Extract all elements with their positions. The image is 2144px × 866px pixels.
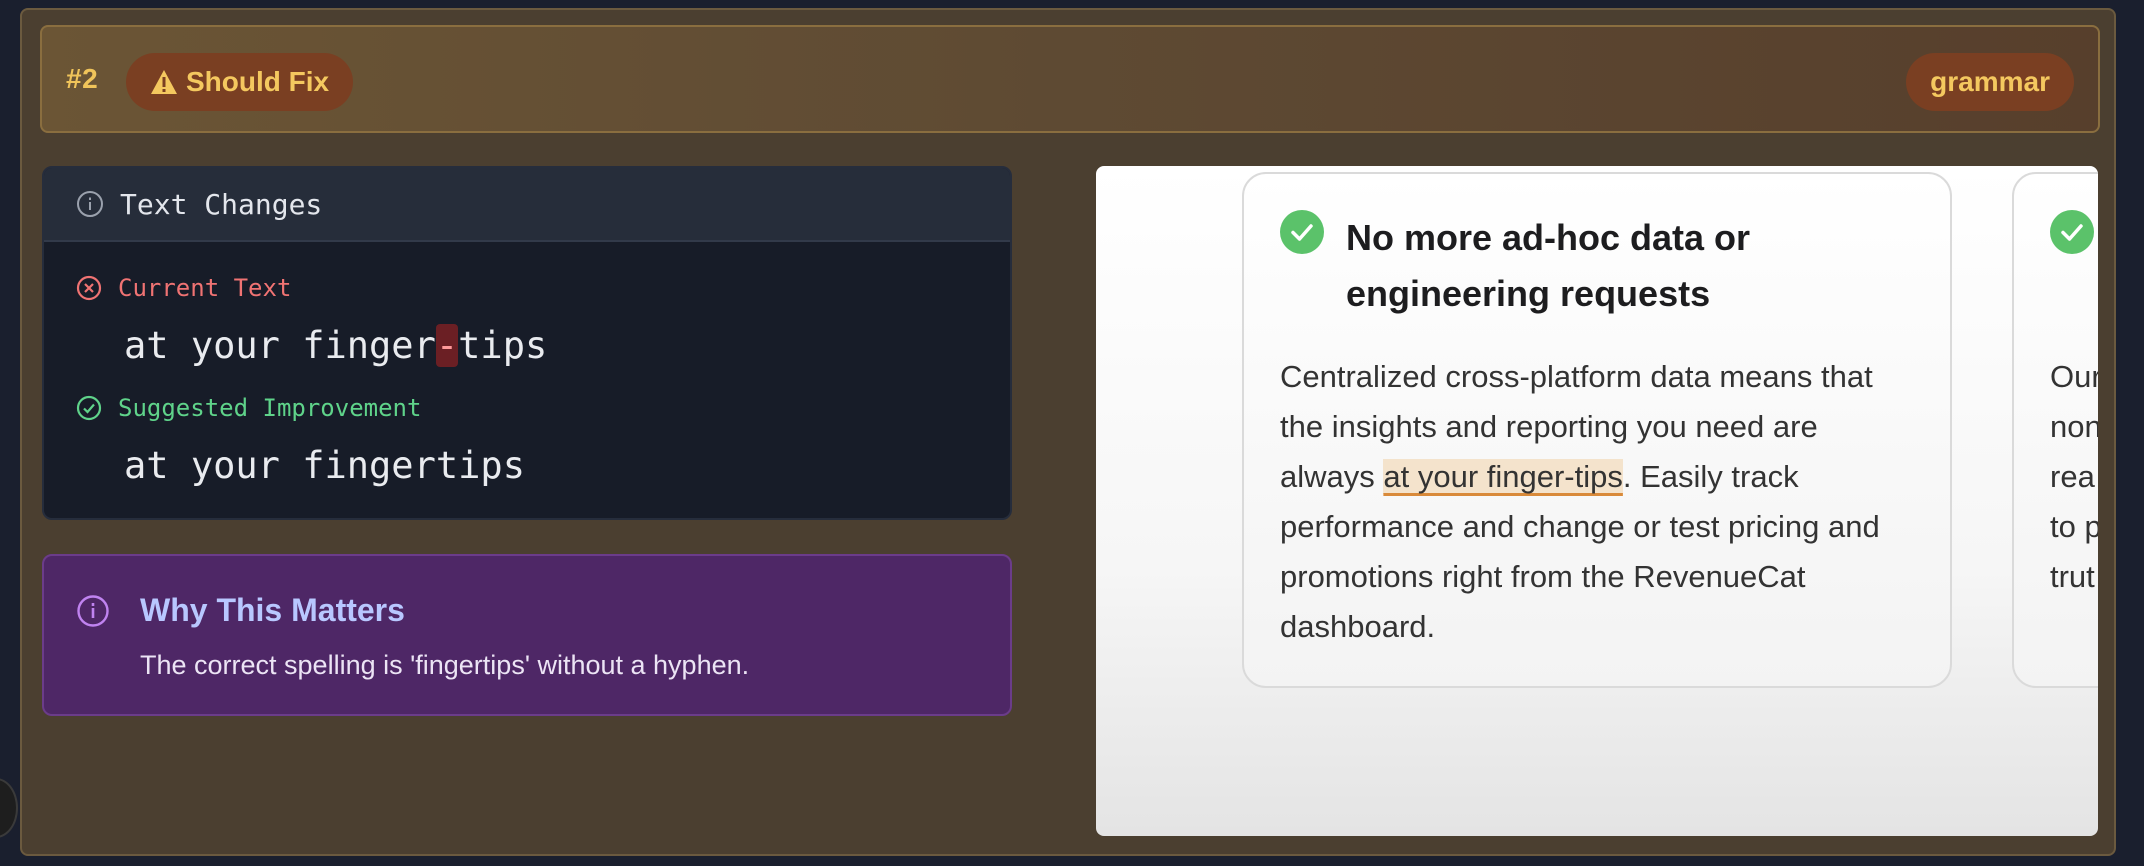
text-changes-title: Text Changes <box>120 187 323 221</box>
current-text-label: Current Text <box>118 274 292 302</box>
text-changes-panel: Text Changes Current Text at your finger… <box>42 166 1012 520</box>
current-text-label-row: Current Text <box>76 274 291 302</box>
feature-body: Centralized cross-platform data means th… <box>1280 352 1920 652</box>
feature-card: No more ad-hoc data or engineering reque… <box>1242 172 1952 688</box>
text-changes-header: Text Changes <box>44 168 1010 242</box>
info-icon <box>77 191 103 217</box>
why-this-matters-panel: Why This Matters The correct spelling is… <box>42 554 1012 716</box>
edge-circle[interactable] <box>0 778 18 838</box>
removed-hyphen: - <box>435 324 459 367</box>
info-icon <box>77 595 109 627</box>
check-icon <box>1291 224 1313 241</box>
warning-icon <box>151 70 177 94</box>
second-card-line: to p <box>2050 509 2098 544</box>
check-circle-icon <box>76 395 102 421</box>
current-text: at your finger-tips <box>124 324 547 367</box>
suggested-label: Suggested Improvement <box>118 394 422 422</box>
second-card-line: trut <box>2050 559 2095 594</box>
issue-card: #2 Should Fix grammar Text Changes Curre… <box>20 8 2116 856</box>
feature-title: No more ad-hoc data or engineering reque… <box>1346 217 1751 314</box>
current-text-before: at your finger <box>124 324 436 367</box>
highlighted-error: at your finger-tips <box>1383 459 1623 494</box>
x-circle-icon <box>76 275 102 301</box>
issue-number: #2 <box>66 63 99 94</box>
page: #2 Should Fix grammar Text Changes Curre… <box>0 0 2144 866</box>
severity-label: Should Fix <box>186 66 330 97</box>
issue-header: #2 Should Fix grammar <box>40 25 2100 133</box>
severity-badge: Should Fix <box>126 53 354 111</box>
current-text-after: tips <box>458 324 548 367</box>
check-icon <box>2061 224 2083 241</box>
feature-card-second: Our non rea to p trut <box>2012 172 2098 688</box>
category-label: grammar <box>1930 66 2050 97</box>
category-badge: grammar <box>1906 53 2074 111</box>
second-card-line: non <box>2050 409 2098 444</box>
second-card-body: Our non rea to p trut <box>2050 352 2098 602</box>
suggested-text: at your fingertips <box>124 444 525 487</box>
check-badge-icon <box>1280 210 1324 254</box>
why-text: The correct spelling is 'fingertips' wit… <box>140 650 750 680</box>
second-card-line: rea <box>2050 459 2095 494</box>
check-badge-icon <box>2050 210 2094 254</box>
why-title: Why This Matters <box>140 592 405 628</box>
suggested-label-row: Suggested Improvement <box>76 394 421 422</box>
screenshot-preview: No more ad-hoc data or engineering reque… <box>1096 166 2098 836</box>
second-card-line: Our <box>2050 359 2098 394</box>
